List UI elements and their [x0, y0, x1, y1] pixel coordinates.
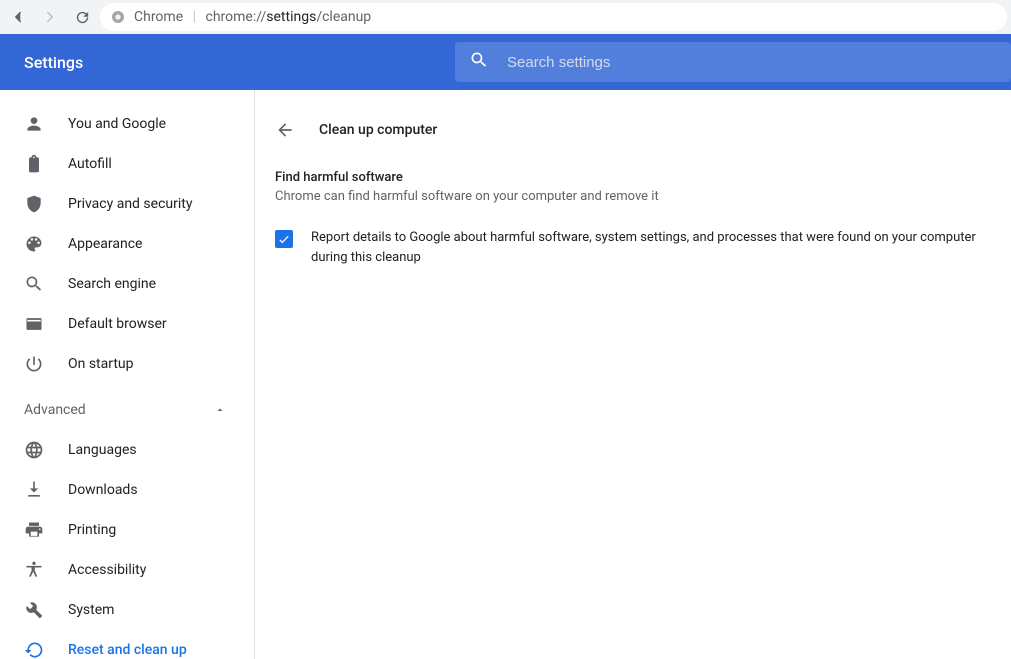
- omnibox[interactable]: Chrome | chrome://settings/cleanup: [100, 3, 1007, 31]
- restore-icon: [24, 640, 44, 659]
- globe-icon: [24, 440, 44, 460]
- search-input[interactable]: [507, 54, 997, 71]
- main-content: Clean up computer Find harmful software …: [255, 90, 1011, 659]
- body-area: You and Google Autofill Privacy and secu…: [0, 90, 1011, 659]
- app-header: Settings: [0, 34, 1011, 90]
- sidebar-item-label: On startup: [68, 356, 134, 372]
- reload-button[interactable]: [68, 3, 96, 31]
- download-icon: [24, 480, 44, 500]
- page-title: Clean up computer: [319, 122, 437, 138]
- sidebar-item-label: Reset and clean up: [68, 642, 187, 658]
- chevron-up-icon: [210, 404, 230, 416]
- sidebar-item-accessibility[interactable]: Accessibility: [0, 550, 254, 590]
- nav-forward-button[interactable]: [36, 3, 64, 31]
- wrench-icon: [24, 600, 44, 620]
- sidebar-item-search-engine[interactable]: Search engine: [0, 264, 254, 304]
- back-button[interactable]: [275, 120, 295, 140]
- sidebar-item-system[interactable]: System: [0, 590, 254, 630]
- sidebar-item-label: Appearance: [68, 236, 142, 252]
- url-path: /cleanup: [316, 9, 371, 25]
- sidebar-item-languages[interactable]: Languages: [0, 430, 254, 470]
- app-title: Settings: [0, 53, 455, 72]
- sidebar: You and Google Autofill Privacy and secu…: [0, 90, 255, 659]
- sidebar-item-label: Downloads: [68, 482, 138, 498]
- browser-icon: [24, 314, 44, 334]
- sidebar-item-label: Accessibility: [68, 562, 146, 578]
- section-heading: Find harmful software: [275, 170, 1011, 185]
- omnibox-text: Chrome | chrome://settings/cleanup: [134, 9, 371, 25]
- sidebar-item-label: Search engine: [68, 276, 156, 292]
- sidebar-item-label: Privacy and security: [68, 196, 192, 212]
- sidebar-item-label: Printing: [68, 522, 116, 538]
- sidebar-item-appearance[interactable]: Appearance: [0, 224, 254, 264]
- sidebar-advanced-label: Advanced: [24, 402, 86, 418]
- report-checkbox-row: Report details to Google about harmful s…: [275, 228, 1011, 268]
- report-checkbox[interactable]: [275, 230, 293, 248]
- sidebar-item-privacy[interactable]: Privacy and security: [0, 184, 254, 224]
- sidebar-advanced-toggle[interactable]: Advanced: [0, 390, 254, 430]
- sidebar-item-label: System: [68, 602, 114, 618]
- sidebar-item-reset-cleanup[interactable]: Reset and clean up: [0, 630, 254, 659]
- url-prefix: chrome://: [206, 9, 267, 25]
- sidebar-item-autofill[interactable]: Autofill: [0, 144, 254, 184]
- sidebar-item-label: You and Google: [68, 116, 166, 132]
- sidebar-item-label: Languages: [68, 442, 137, 458]
- accessibility-icon: [24, 560, 44, 580]
- section-description: Chrome can find harmful software on your…: [275, 189, 1011, 204]
- power-icon: [24, 354, 44, 374]
- report-checkbox-label: Report details to Google about harmful s…: [311, 228, 1011, 268]
- search-box[interactable]: [455, 42, 1011, 82]
- palette-icon: [24, 234, 44, 254]
- clipboard-icon: [24, 154, 44, 174]
- nav-back-button[interactable]: [4, 3, 32, 31]
- sidebar-item-on-startup[interactable]: On startup: [0, 344, 254, 384]
- shield-icon: [24, 194, 44, 214]
- sidebar-item-label: Autofill: [68, 156, 112, 172]
- sidebar-item-you-and-google[interactable]: You and Google: [0, 104, 254, 144]
- printer-icon: [24, 520, 44, 540]
- page-header: Clean up computer: [275, 110, 1011, 150]
- sidebar-item-default-browser[interactable]: Default browser: [0, 304, 254, 344]
- sidebar-item-downloads[interactable]: Downloads: [0, 470, 254, 510]
- cleanup-section: Find harmful software Chrome can find ha…: [275, 150, 1011, 268]
- url-host: settings: [266, 9, 316, 25]
- site-icon: [110, 9, 126, 25]
- search-icon: [24, 274, 44, 294]
- url-origin: Chrome: [134, 9, 183, 25]
- browser-toolbar: Chrome | chrome://settings/cleanup: [0, 0, 1011, 34]
- sidebar-item-label: Default browser: [68, 316, 167, 332]
- search-icon: [469, 50, 489, 74]
- person-icon: [24, 114, 44, 134]
- sidebar-item-printing[interactable]: Printing: [0, 510, 254, 550]
